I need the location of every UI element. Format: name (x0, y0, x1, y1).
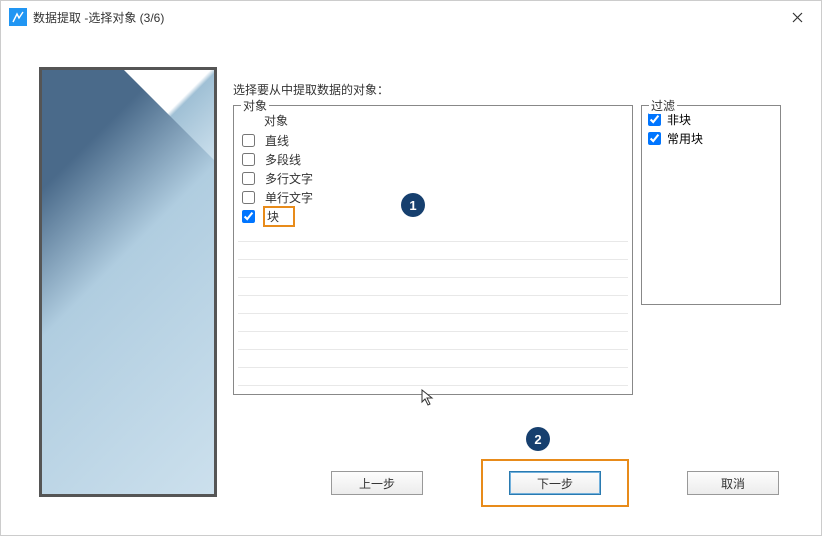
grid-lines (238, 224, 628, 390)
object-row[interactable]: 多段线 (234, 150, 632, 169)
annotation-badge-2: 2 (526, 427, 550, 451)
close-button[interactable] (781, 1, 813, 33)
object-row[interactable]: 单行文字 (234, 188, 632, 207)
objects-group-label: 对象 (241, 97, 269, 114)
objects-header: 对象 (234, 110, 632, 131)
annotation-badge-1: 1 (401, 193, 425, 217)
object-checkbox[interactable] (242, 210, 255, 223)
filter-label-text: 常用块 (667, 130, 703, 147)
window-title: 数据提取 -选择对象 (3/6) (33, 9, 781, 26)
next-button[interactable]: 下一步 (509, 471, 601, 495)
button-row: 上一步 下一步 取消 (331, 461, 779, 505)
filter-row[interactable]: 常用块 (648, 129, 774, 148)
preview-panel (39, 67, 217, 497)
object-checkbox[interactable] (242, 134, 255, 147)
object-row[interactable]: 直线 (234, 131, 632, 150)
object-label: 单行文字 (265, 189, 313, 206)
object-label: 直线 (265, 132, 289, 149)
next-button-wrap: 下一步 (483, 461, 627, 505)
titlebar: 数据提取 -选择对象 (3/6) (1, 1, 821, 33)
app-icon (9, 8, 27, 26)
preview-image (42, 70, 214, 494)
filter-checkbox[interactable] (648, 132, 661, 145)
back-button-wrap: 上一步 (331, 471, 423, 495)
objects-group: 对象 对象 直线 多段线 多行文字 (233, 105, 633, 395)
cancel-button-wrap: 取消 (687, 471, 779, 495)
object-checkbox[interactable] (242, 191, 255, 204)
object-label: 块 (265, 208, 293, 225)
page-fold-icon (124, 70, 214, 160)
object-row[interactable]: 多行文字 (234, 169, 632, 188)
objects-listbox[interactable]: 对象 直线 多段线 多行文字 (233, 105, 633, 395)
object-label: 多段线 (265, 151, 301, 168)
cancel-button[interactable]: 取消 (687, 471, 779, 495)
filter-group: 过滤 非块 常用块 (641, 105, 781, 305)
filter-listbox[interactable]: 非块 常用块 (641, 105, 781, 305)
back-button[interactable]: 上一步 (331, 471, 423, 495)
filter-group-label: 过滤 (649, 97, 677, 114)
instruction-text: 选择要从中提取数据的对象： (233, 81, 389, 98)
objects-list: 直线 多段线 多行文字 单行文字 (234, 131, 632, 226)
object-checkbox[interactable] (242, 172, 255, 185)
object-checkbox[interactable] (242, 153, 255, 166)
filter-checkbox[interactable] (648, 113, 661, 126)
dialog-window: 数据提取 -选择对象 (3/6) 选择要从中提取数据的对象： 对象 对象 直线 (0, 0, 822, 536)
content-area: 选择要从中提取数据的对象： 对象 对象 直线 多段线 多行文字 (1, 33, 821, 535)
object-label: 多行文字 (265, 170, 313, 187)
